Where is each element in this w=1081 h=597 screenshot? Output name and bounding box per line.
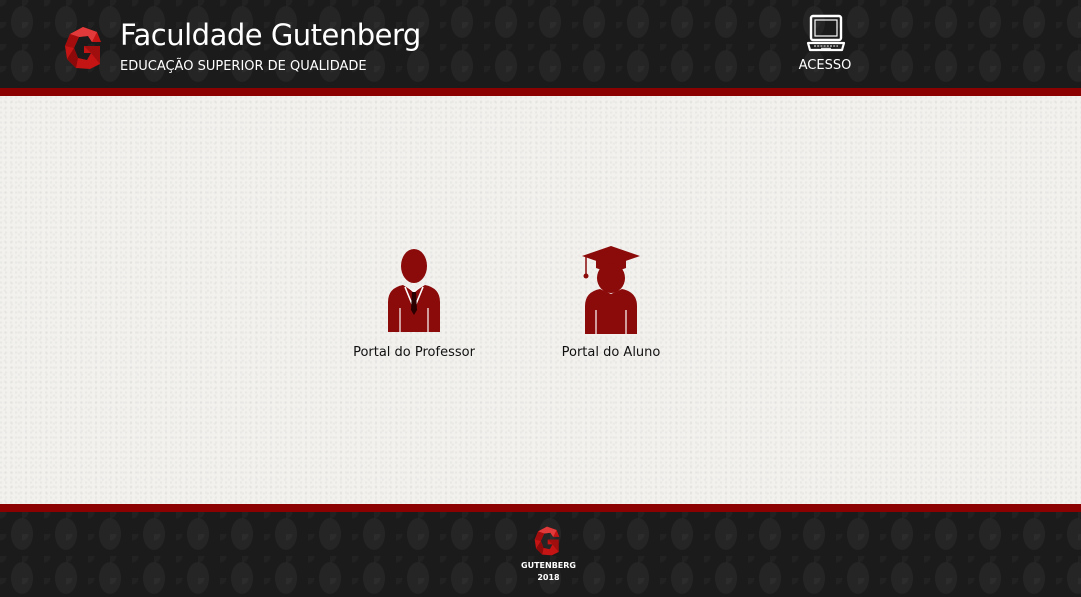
site-title: Faculdade Gutenberg (120, 18, 421, 52)
professor-icon (379, 244, 449, 336)
footer-name: GUTENBERG (521, 561, 576, 570)
portal-aluno-label: Portal do Aluno (561, 345, 661, 360)
gutenberg-footer-logo-icon (534, 525, 560, 557)
graduate-student-icon (576, 244, 646, 336)
access-link[interactable]: ACESSO (790, 12, 860, 76)
portal-professor-label: Portal do Professor (353, 345, 475, 360)
site-subtitle: EDUCAÇÃO SUPERIOR DE QUALIDADE (120, 59, 367, 74)
access-label: ACESSO (798, 58, 852, 73)
laptop-icon (806, 13, 846, 53)
gutenberg-logo-icon[interactable] (64, 26, 102, 70)
header-accent-bar (0, 88, 1081, 96)
portal-aluno-link[interactable]: Portal do Aluno (521, 244, 701, 366)
footer-accent-bar (0, 504, 1081, 512)
portal-professor-link[interactable]: Portal do Professor (324, 244, 504, 366)
footer-year: 2018 (537, 573, 560, 582)
